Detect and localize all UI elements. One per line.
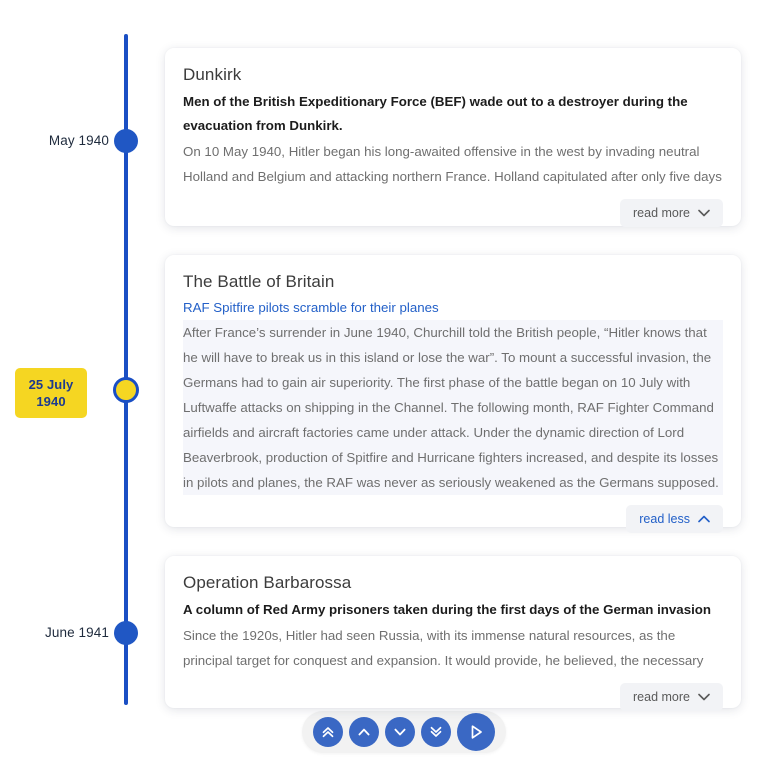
date-label-may-1940[interactable]: May 1940: [0, 132, 109, 149]
play-icon: [466, 722, 486, 742]
card-title: The Battle of Britain: [183, 272, 335, 291]
read-toggle-label: read less: [639, 512, 690, 526]
timeline-card-operation-barbarossa[interactable]: Operation Barbarossa A column of Red Arm…: [165, 556, 741, 711]
double-chevron-up-icon: [320, 724, 336, 740]
nav-last-button[interactable]: [421, 717, 451, 747]
card-caption: A column of Red Army prisoners taken dur…: [183, 602, 712, 617]
card-body: After France’s surrender in June 1940, C…: [183, 320, 723, 495]
chevron-down-icon: [698, 209, 710, 217]
timeline-card-dunkirk[interactable]: Dunkirk Men of the British Expeditionary…: [165, 48, 741, 227]
timeline-node-3[interactable]: [114, 621, 138, 645]
read-toggle-label: read more: [633, 206, 690, 220]
chevron-down-icon: [392, 724, 408, 740]
card-title: Operation Barbarossa: [183, 573, 352, 592]
date-label-june-1941[interactable]: June 1941: [0, 624, 109, 641]
card-actions: read less: [183, 505, 723, 533]
card-actions: read more: [183, 199, 723, 227]
chevron-up-icon: [698, 515, 710, 523]
card-actions: read more: [183, 683, 723, 711]
read-less-button[interactable]: read less: [626, 505, 723, 533]
read-more-button[interactable]: read more: [620, 683, 723, 711]
date-badge-line1: 25 July: [28, 377, 74, 392]
timeline-node-2-active[interactable]: [113, 377, 139, 403]
timeline-page: May 1940 25 July 1940 June 1941 Dunkirk …: [0, 0, 778, 778]
double-chevron-down-icon: [428, 724, 444, 740]
timeline-card-battle-of-britain[interactable]: The Battle of Britain RAF Spitfire pilot…: [165, 255, 741, 533]
nav-play-button[interactable]: [457, 713, 495, 751]
date-label-25-july-1940-active[interactable]: 25 July 1940: [15, 368, 87, 418]
card-title: Dunkirk: [183, 65, 242, 84]
nav-first-button[interactable]: [313, 717, 343, 747]
read-toggle-label: read more: [633, 690, 690, 704]
nav-previous-button[interactable]: [349, 717, 379, 747]
card-body: On 10 May 1940, Hitler began his long-aw…: [183, 144, 722, 184]
card-caption-link[interactable]: RAF Spitfire pilots scramble for their p…: [183, 297, 723, 319]
read-more-button[interactable]: read more: [620, 199, 723, 227]
chevron-down-icon: [698, 693, 710, 701]
timeline-node-1[interactable]: [114, 129, 138, 153]
nav-next-button[interactable]: [385, 717, 415, 747]
card-body: Since the 1920s, Hitler had seen Russia,…: [183, 628, 704, 668]
date-badge-line2: 1940: [36, 394, 66, 409]
card-caption: Men of the British Expeditionary Force (…: [183, 94, 688, 133]
timeline-navigation: [302, 711, 506, 753]
chevron-up-icon: [356, 724, 372, 740]
